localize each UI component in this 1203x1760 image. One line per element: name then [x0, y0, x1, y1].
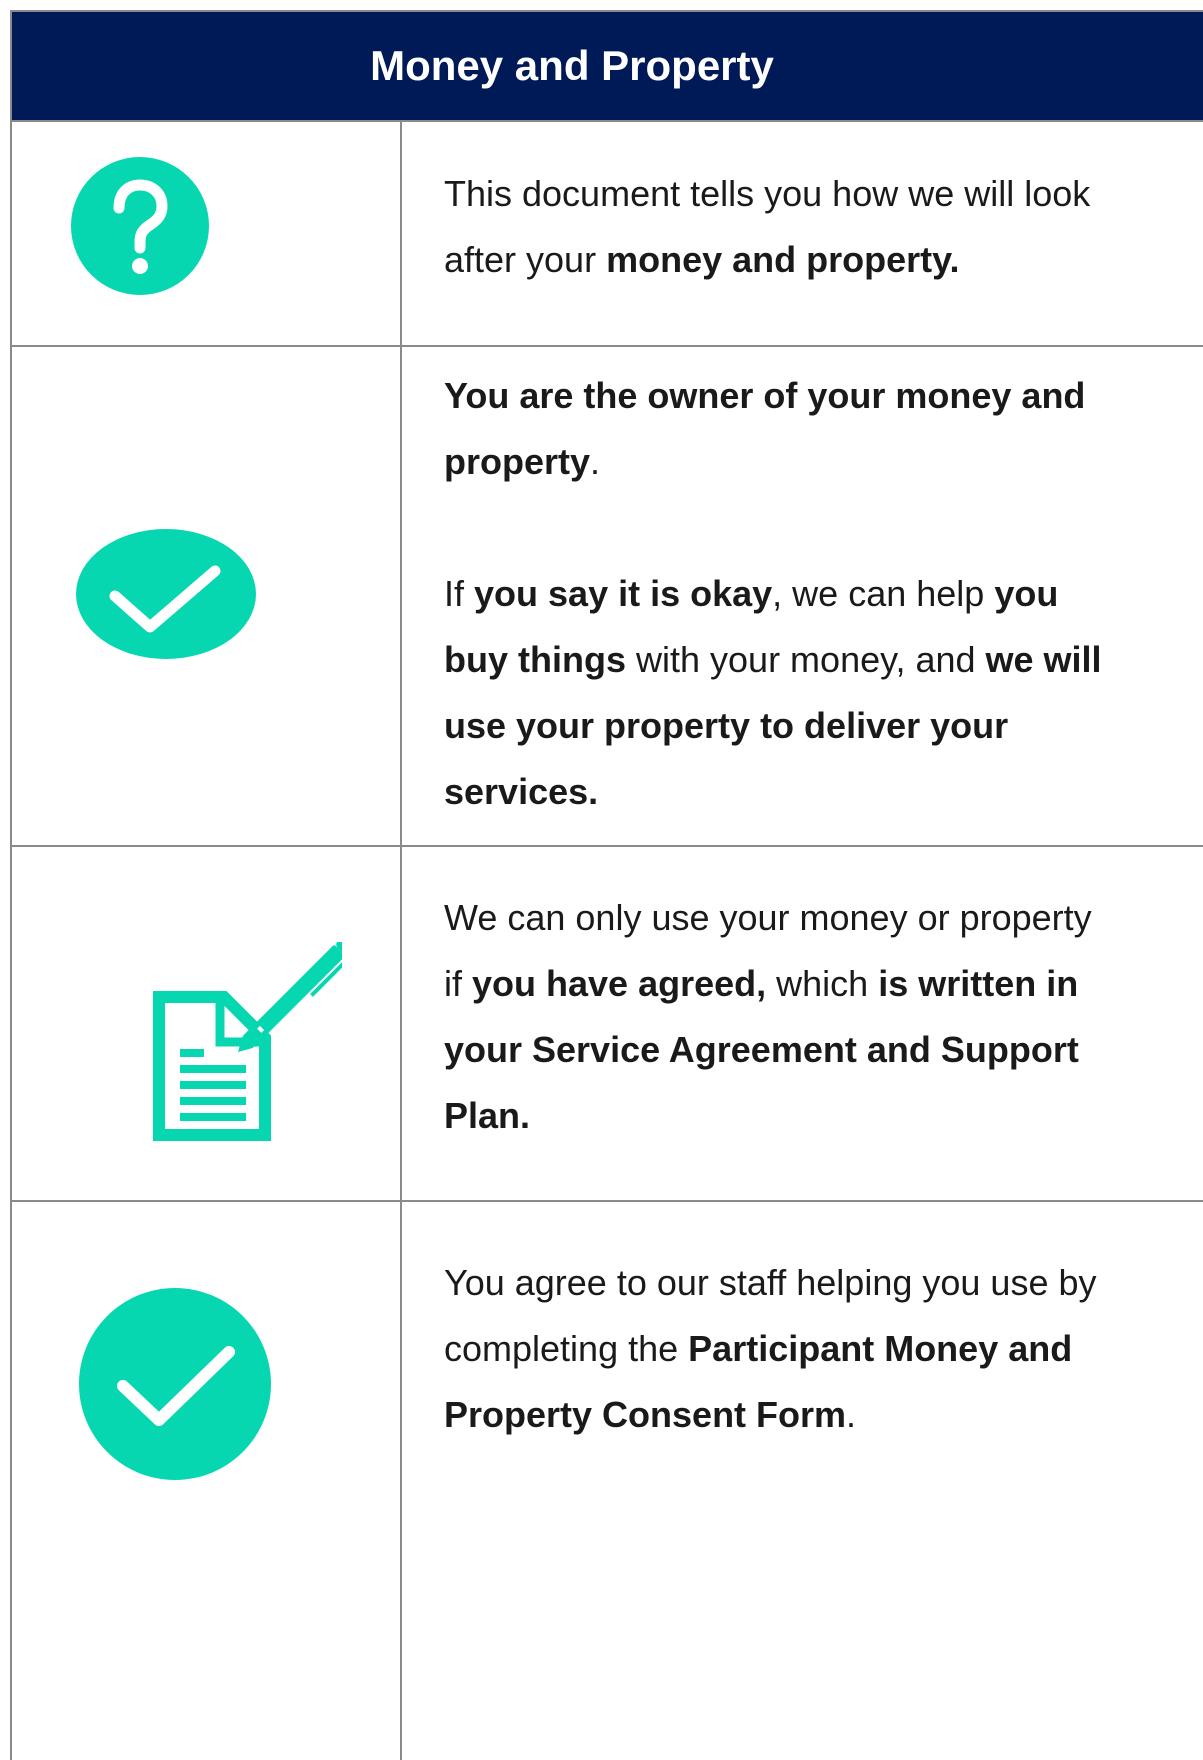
text-bold: money and property.: [606, 239, 960, 280]
text-regular: .: [590, 441, 601, 482]
text-bold: You are the owner of your money and prop…: [444, 375, 1086, 482]
info-table: Money and Property This document tells y…: [10, 10, 1203, 1760]
text-regular: .: [846, 1394, 857, 1435]
icon-cell: [12, 1202, 402, 1760]
signed-document-icon: [153, 942, 342, 1141]
icon-cell: [12, 347, 402, 845]
row-text: We can only use your money or property i…: [444, 885, 1104, 1149]
page-title: Money and Property: [370, 42, 774, 89]
table-row: You are the owner of your money and prop…: [10, 345, 1203, 845]
checkmark-icon: [79, 1288, 271, 1480]
icon-cell: [12, 122, 402, 345]
table-header: Money and Property: [10, 10, 1203, 120]
table-row: You agree to our staff helping you use b…: [10, 1200, 1203, 1760]
row-text: You agree to our staff helping you use b…: [444, 1250, 1104, 1448]
text-regular: If: [444, 573, 475, 614]
text-regular: , we can help: [772, 573, 995, 614]
table-row: We can only use your money or property i…: [10, 845, 1203, 1200]
text-bold: you say it is okay: [474, 573, 773, 614]
text-regular: which: [766, 963, 879, 1004]
text-regular: with your money, and: [626, 639, 986, 680]
row-text: This document tells you how we will look…: [444, 161, 1104, 293]
checkmark-icon: [76, 529, 256, 659]
table-row: This document tells you how we will look…: [10, 120, 1203, 345]
row-text: You are the owner of your money and prop…: [444, 363, 1104, 825]
icon-cell: [12, 847, 402, 1200]
paragraph: If you say it is okay, we can help you b…: [444, 561, 1104, 825]
question-mark-icon: [71, 157, 209, 295]
text-bold: you have agreed,: [472, 963, 767, 1004]
paragraph: You are the owner of your money and prop…: [444, 363, 1104, 495]
